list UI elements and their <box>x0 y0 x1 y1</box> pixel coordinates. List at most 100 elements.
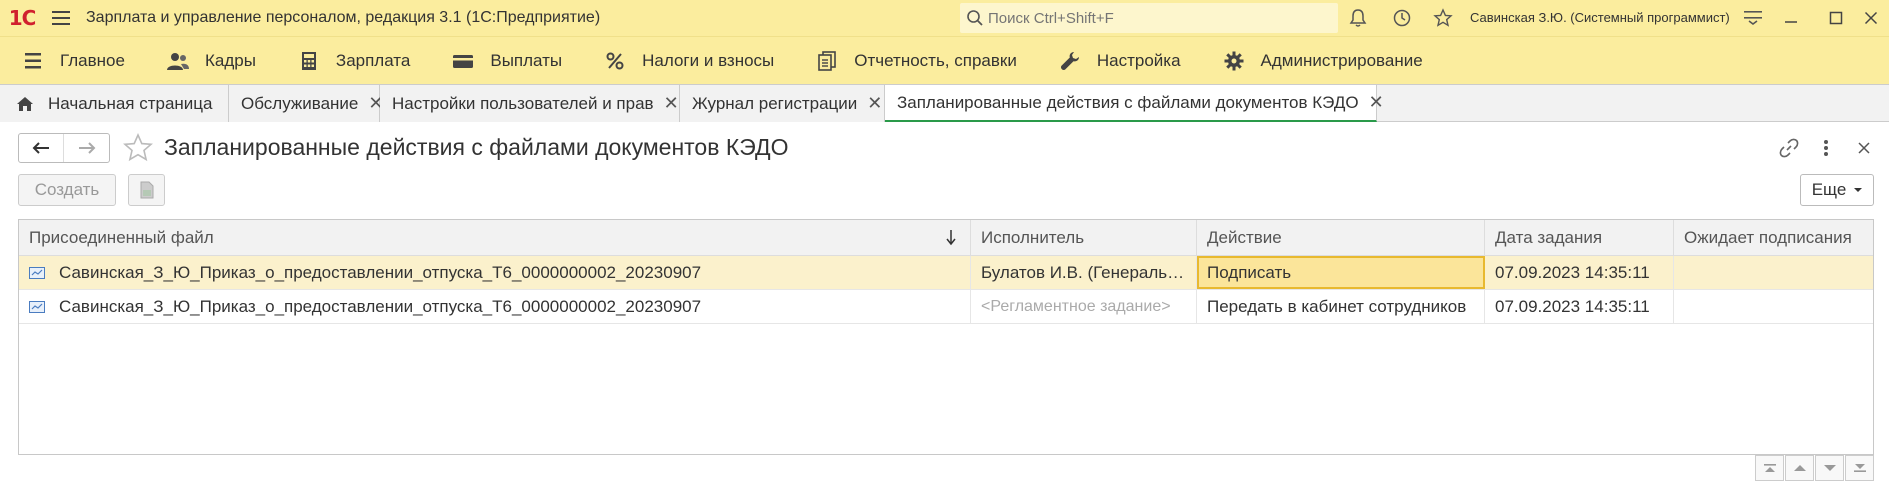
column-header-file[interactable]: Присоединенный файл <box>19 220 971 256</box>
close-icon <box>1864 11 1878 25</box>
section-settings[interactable]: Настройка <box>1057 50 1181 72</box>
calculator-icon <box>296 50 322 72</box>
section-taxes[interactable]: Налоги и взносы <box>602 50 774 72</box>
notifications-button[interactable] <box>1340 0 1376 36</box>
action-cell[interactable]: Передать в кабинет сотрудников <box>1197 290 1485 323</box>
first-icon <box>1763 464 1776 472</box>
scroll-to-top-button[interactable] <box>1755 455 1784 481</box>
minimize-button[interactable] <box>1773 0 1809 36</box>
sections-panel: Главное Кадры Зарплата Выплаты Налоги и … <box>0 36 1889 84</box>
chevron-down-icon <box>1854 188 1863 192</box>
section-reports[interactable]: Отчетность, справки <box>814 50 1017 72</box>
up-icon <box>1793 465 1806 471</box>
reports-icon <box>814 50 840 72</box>
table-row[interactable]: Савинская_З_Ю_Приказ_о_предоставлении_от… <box>19 290 1873 324</box>
waiting-cell[interactable] <box>1674 256 1873 289</box>
column-header-waiting[interactable]: Ожидает подписания <box>1674 220 1873 256</box>
star-outline-icon <box>123 133 153 162</box>
table-scroll-buttons <box>1754 455 1874 481</box>
open-windows-tabs: Начальная страница Обслуживание ✕ Настро… <box>0 84 1889 122</box>
star-icon <box>1433 8 1453 27</box>
favorites-button[interactable] <box>1425 0 1461 36</box>
form-menu-button[interactable] <box>1811 133 1841 163</box>
copy-link-button[interactable] <box>1774 133 1804 163</box>
waiting-cell[interactable] <box>1674 290 1873 323</box>
file-cell[interactable]: Савинская_З_Ю_Приказ_о_предоставлении_от… <box>19 256 971 289</box>
minimize-icon <box>1785 21 1797 23</box>
close-icon <box>1858 142 1870 154</box>
menu-list-icon <box>20 50 46 72</box>
add-to-favorites-button[interactable] <box>122 132 154 164</box>
vertical-dots-icon <box>1824 140 1828 156</box>
section-hr[interactable]: Кадры <box>165 50 256 72</box>
section-payments[interactable]: Выплаты <box>450 50 562 72</box>
home-icon <box>17 96 33 111</box>
date-cell[interactable]: 07.09.2023 14:35:11 <box>1485 256 1674 289</box>
file-icon <box>29 266 45 279</box>
settings-menu-button[interactable] <box>1735 0 1771 36</box>
sort-arrow-down-icon <box>946 230 956 246</box>
tab-user-settings[interactable]: Настройки пользователей и прав ✕ <box>380 85 680 122</box>
back-button[interactable] <box>19 134 65 162</box>
global-search[interactable] <box>960 3 1338 33</box>
arrow-left-icon <box>32 142 49 154</box>
close-form-button[interactable] <box>1849 133 1879 163</box>
table-row[interactable]: Савинская_З_Ю_Приказ_о_предоставлении_от… <box>19 256 1873 290</box>
scroll-down-button[interactable] <box>1815 455 1844 481</box>
maximize-icon <box>1829 11 1843 25</box>
section-main[interactable]: Главное <box>20 50 125 72</box>
scroll-up-button[interactable] <box>1785 455 1814 481</box>
tab-kedo-scheduled-actions[interactable]: Запланированные действия с файлами докум… <box>885 85 1384 122</box>
people-icon <box>165 50 191 72</box>
form-title: Запланированные действия с файлами докум… <box>164 134 789 160</box>
date-cell[interactable]: 07.09.2023 14:35:11 <box>1485 290 1674 323</box>
history-icon <box>1393 9 1411 27</box>
arrow-right-icon <box>78 142 95 154</box>
title-bar: 1С Зарплата и управление персоналом, ред… <box>0 0 1889 36</box>
document-icon <box>140 181 153 199</box>
file-action-button[interactable] <box>128 174 165 206</box>
table-header: Присоединенный файл Исполнитель Действие… <box>19 220 1873 256</box>
navigation-buttons <box>18 133 110 163</box>
close-tab-icon[interactable]: ✕ <box>867 93 882 114</box>
close-tab-icon[interactable]: ✕ <box>664 93 679 114</box>
forward-button[interactable] <box>64 134 109 162</box>
main-menu-button[interactable] <box>44 0 78 36</box>
section-administration[interactable]: Администрирование <box>1221 50 1423 72</box>
tab-event-log[interactable]: Журнал регистрации ✕ <box>680 85 885 122</box>
bell-icon <box>1349 9 1367 27</box>
tab-maintenance[interactable]: Обслуживание ✕ <box>229 85 383 122</box>
column-header-action[interactable]: Действие <box>1197 220 1485 256</box>
more-button[interactable]: Еще <box>1800 174 1874 206</box>
gear-icon <box>1221 50 1247 72</box>
wallet-icon <box>450 50 476 72</box>
maximize-button[interactable] <box>1818 0 1854 36</box>
close-tab-icon[interactable]: ✕ <box>1369 92 1384 113</box>
percent-icon <box>602 50 628 72</box>
last-icon <box>1853 464 1866 472</box>
scroll-to-bottom-button[interactable] <box>1845 455 1874 481</box>
executor-cell[interactable]: <Регламентное задание> <box>971 290 1197 323</box>
scheduled-actions-table[interactable]: Присоединенный файл Исполнитель Действие… <box>18 219 1874 455</box>
file-icon <box>29 300 45 313</box>
history-button[interactable] <box>1384 0 1420 36</box>
app-title: Зарплата и управление персоналом, редакц… <box>86 9 601 26</box>
down-icon <box>1823 465 1836 471</box>
file-cell[interactable]: Савинская_З_Ю_Приказ_о_предоставлении_от… <box>19 290 971 323</box>
action-cell[interactable]: Подписать <box>1197 256 1485 289</box>
lines-menu-icon <box>1744 11 1762 25</box>
link-icon <box>1779 138 1799 158</box>
column-header-date[interactable]: Дата задания <box>1485 220 1674 256</box>
wrench-icon <box>1057 50 1083 72</box>
section-salary[interactable]: Зарплата <box>296 50 410 72</box>
current-user[interactable]: Савинская З.Ю. (Системный программист) <box>1470 0 1730 36</box>
search-icon <box>967 10 983 26</box>
column-header-executor[interactable]: Исполнитель <box>971 220 1197 256</box>
app-logo[interactable]: 1С <box>0 0 44 36</box>
search-input[interactable] <box>988 9 1318 27</box>
tab-home[interactable]: Начальная страница <box>0 85 229 122</box>
executor-cell[interactable]: Булатов И.В. (Генеральный директор) <box>971 256 1197 289</box>
close-window-button[interactable] <box>1853 0 1889 36</box>
hamburger-icon <box>52 11 70 25</box>
create-button[interactable]: Создать <box>18 174 116 206</box>
